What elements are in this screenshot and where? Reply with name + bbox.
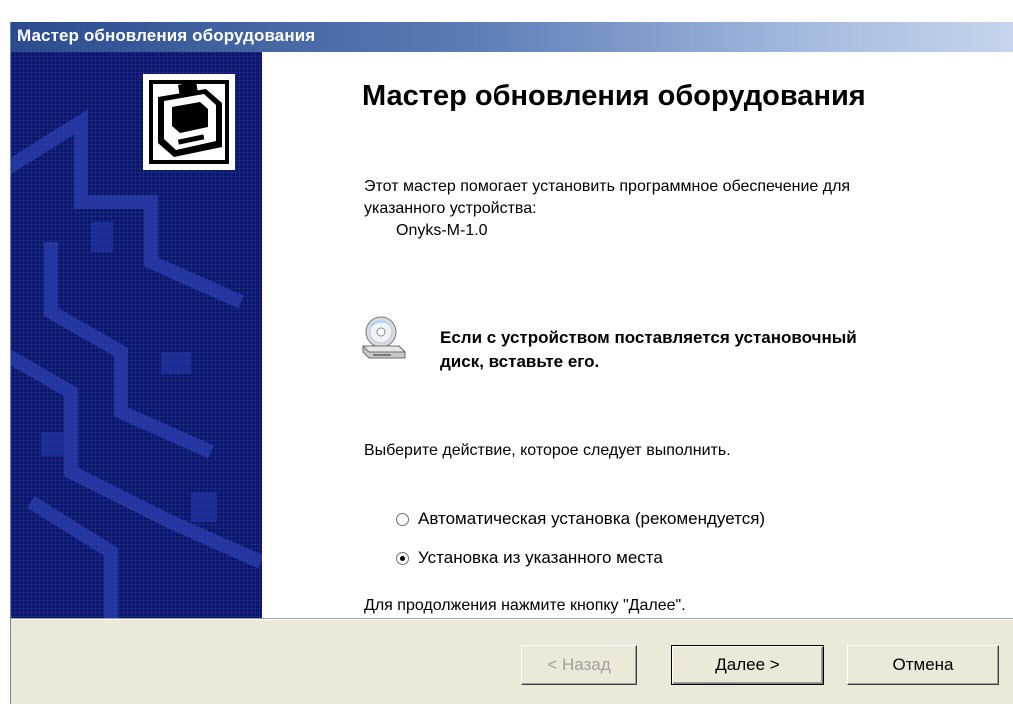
radio-install-from-location[interactable] (396, 551, 409, 565)
next-button[interactable]: Далее > (671, 645, 824, 685)
continue-hint: Для продолжения нажмите кнопку "Далее". (364, 597, 686, 614)
install-disk-note: Если с устройством поставляется установо… (440, 328, 857, 371)
hardware-update-wizard-window: Мастер обновления оборудования Мастер об… (10, 22, 1013, 704)
radio-automatic[interactable] (396, 512, 409, 526)
option-automatic-install[interactable]: Автоматическая установка (рекомендуется) (396, 508, 765, 530)
footer-separator (11, 618, 1013, 620)
back-button[interactable]: < Назад (521, 645, 637, 685)
device-name: Onyks-M-1.0 (396, 222, 488, 239)
window-title: Мастер обновления оборудования (17, 26, 316, 45)
intro-text: Этот мастер помогает установить программ… (364, 178, 851, 217)
choose-action-label: Выберите действие, которое следует выпол… (364, 442, 731, 459)
hardware-wizard-icon (143, 74, 235, 170)
cd-drive-icon (359, 314, 407, 362)
wizard-content: Мастер обновления оборудования Этот маст… (11, 52, 1013, 618)
cancel-button[interactable]: Отмена (847, 645, 999, 685)
option-automatic-label[interactable]: Автоматическая установка (рекомендуется) (418, 509, 765, 529)
wizard-sidebar (11, 52, 262, 618)
title-bar[interactable]: Мастер обновления оборудования (11, 22, 1013, 52)
option-install-from-location[interactable]: Установка из указанного места (396, 547, 663, 569)
page-title: Мастер обновления оборудования (362, 80, 866, 112)
option-location-label[interactable]: Установка из указанного места (418, 548, 663, 568)
